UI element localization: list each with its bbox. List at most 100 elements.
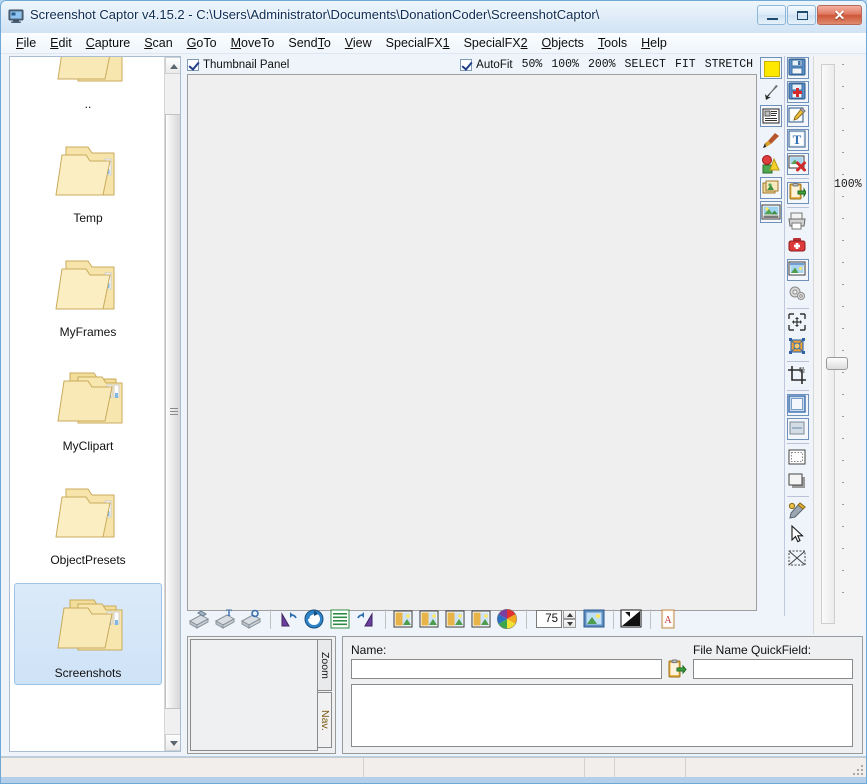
rotate-right-icon[interactable] [354,607,378,631]
text-annotate-icon[interactable]: T [787,129,809,151]
menu-capture[interactable]: Capture [79,34,137,52]
menu-tools[interactable]: Tools [591,34,634,52]
settings-gears-icon[interactable] [787,283,809,305]
menu-edit[interactable]: Edit [43,34,79,52]
save-new-icon[interactable] [787,81,809,103]
border-frame-icon[interactable] [787,394,809,416]
align-lines-icon[interactable] [328,607,352,631]
zoom-preset-200[interactable]: 200% [588,58,616,71]
menu-moveto[interactable]: MoveTo [224,34,282,52]
status-cell-4 [615,758,686,777]
color-fill-icon[interactable] [760,153,782,175]
quality-spinner[interactable]: 75 [536,610,576,628]
copy-to-clipboard-icon[interactable] [787,182,809,204]
scroll-up-button[interactable] [165,57,181,74]
dotted-border-icon[interactable] [787,447,809,469]
folder-item-screenshots[interactable]: Screenshots [14,583,162,685]
drop-shadow-icon[interactable] [787,471,809,493]
first-aid-repair-icon[interactable] [787,235,809,257]
crop-icon[interactable] [787,365,809,387]
shadow-edge-icon[interactable] [787,418,809,440]
menu-objects[interactable]: Objects [535,34,591,52]
zoom-preset-100[interactable]: 100% [551,58,579,71]
quickfield-input[interactable] [693,659,853,679]
minimize-button[interactable] [757,5,786,25]
rotate-spin-icon[interactable] [302,607,326,631]
select-region-icon[interactable] [787,312,809,334]
spin-up-button[interactable] [563,610,576,619]
color-swatch-yellow-icon[interactable] [760,57,782,79]
name-input[interactable] [351,659,662,679]
zoom-preset-50[interactable]: 50% [522,58,543,71]
menu-goto[interactable]: GoTo [180,34,224,52]
tab-nav[interactable]: Nav. [317,692,332,748]
quality-value[interactable]: 75 [536,610,562,628]
thumbnail-view-icon[interactable] [787,259,809,281]
paste-clipboard-icon[interactable] [667,659,687,679]
zoom-slider-track[interactable] [821,64,835,624]
image-canvas[interactable] [187,74,757,611]
thumb-export-1-icon[interactable] [391,607,415,631]
bottom-panels: Zoom Nav. Name: File Name QuickField: [187,636,863,754]
folder-item-myclipart[interactable]: MyClipart [14,357,162,457]
folder-label: MyFrames [14,325,162,339]
resize-grip-icon[interactable] [851,763,863,775]
toolbar-separator [787,361,809,362]
screenshot-captor-window: Screenshot Captor v4.15.2 - C:\Users\Adm… [0,0,867,784]
transparent-fill-icon[interactable] [787,548,809,570]
scrollbar-thumb[interactable] [165,114,181,709]
cursor-pointer-icon[interactable] [787,524,809,546]
menu-specialfx1[interactable]: SpecialFX1 [379,34,457,52]
scroll-down-button[interactable] [165,734,181,751]
folder-item-objectpresets[interactable]: ObjectPresets [14,471,162,571]
zoom-preset-fit[interactable]: FIT [675,58,696,71]
image-frame-icon[interactable] [582,607,606,631]
zoom-preset-select[interactable]: SELECT [625,58,666,71]
thumb-export-3-icon[interactable] [443,607,467,631]
tab-zoom[interactable]: Zoom [317,639,332,691]
scan-text-icon[interactable]: T [213,607,237,631]
spin-down-button[interactable] [563,619,576,628]
menu-file[interactable]: File [9,34,43,52]
clipart-stack-icon[interactable] [760,177,782,199]
pdf-export-icon[interactable]: A [656,607,680,631]
transform-object-icon[interactable] [787,336,809,358]
zoom-preset-stretch[interactable]: STRETCH [705,58,753,71]
menu-help[interactable]: Help [634,34,674,52]
menu-sendto[interactable]: SendTo [281,34,337,52]
close-button[interactable]: ✕ [817,5,862,25]
color-wheel-icon[interactable] [495,607,519,631]
text-box-object-icon[interactable] [760,105,782,127]
print-icon[interactable] [787,211,809,233]
scan-ocr-icon[interactable] [239,607,263,631]
autofit-checkbox[interactable] [460,59,472,71]
save-icon[interactable] [787,57,809,79]
quality-spin-buttons[interactable] [563,610,576,628]
close-icon: ✕ [818,6,861,24]
contrast-icon[interactable] [619,607,643,631]
navigator-preview[interactable] [190,639,318,751]
menu-specialfx2[interactable]: SpecialFX2 [457,34,535,52]
pencil-tools-icon[interactable] [787,500,809,522]
notes-textarea[interactable] [351,684,853,747]
paintbrush-icon[interactable] [760,129,782,151]
thumbnail-panel-checkbox[interactable] [187,59,199,71]
folder-item-parent[interactable]: .. [14,57,162,115]
menu-scan[interactable]: Scan [137,34,180,52]
folder-item-temp[interactable]: Temp [14,129,162,229]
thumb-export-4-icon[interactable] [469,607,493,631]
menu-view[interactable]: View [338,34,379,52]
scan-image-icon[interactable] [187,607,211,631]
image-object-icon[interactable] [760,201,782,223]
image-editor-area: Thumbnail Panel AutoFit 50% 100% 200% SE… [187,56,812,634]
image-actions-column: T [784,56,811,616]
folder-list-scrollbar[interactable] [164,57,180,751]
navigator-tabs: Zoom Nav. [317,639,333,751]
rotate-left-icon[interactable] [276,607,300,631]
delete-image-icon[interactable] [787,153,809,175]
rename-edit-icon[interactable] [787,105,809,127]
thumb-export-2-icon[interactable] [417,607,441,631]
folder-item-myframes[interactable]: MyFrames [14,243,162,343]
arrow-object-icon[interactable] [760,81,782,103]
maximize-button[interactable] [787,5,816,25]
